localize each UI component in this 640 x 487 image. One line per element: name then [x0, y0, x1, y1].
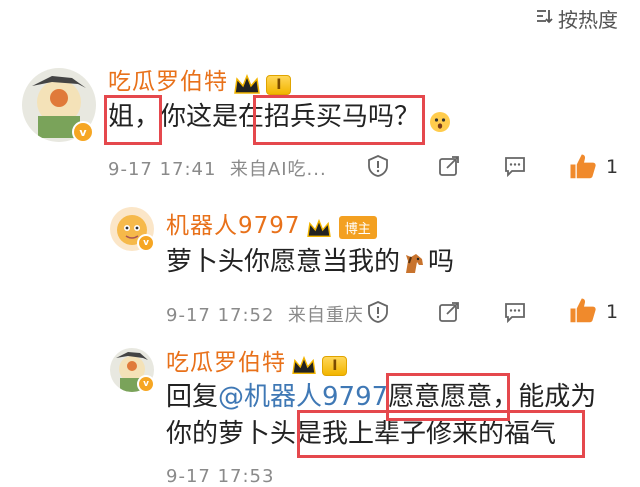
username[interactable]: 吃瓜罗伯特 — [166, 350, 286, 376]
source-label: 来自AI吃... — [229, 159, 327, 180]
text-part: 萝卜头你愿意当我的 — [166, 247, 401, 277]
level-badge: I — [322, 356, 348, 376]
text-part: 姐， — [108, 102, 161, 132]
comment-meta: 9-17 17:53 — [166, 466, 274, 487]
share-icon[interactable] — [437, 300, 461, 324]
comment-icon[interactable] — [503, 300, 527, 324]
text-part: 你这是在 — [160, 102, 265, 132]
verified-badge-icon: v — [137, 375, 155, 393]
share-icon[interactable] — [437, 154, 461, 178]
crown-icon — [306, 218, 332, 240]
username[interactable]: 机器人9797 — [166, 213, 301, 239]
comment-meta: 9-17 17:41 来自AI吃... — [108, 155, 327, 181]
text-part: 愿意愿意 — [388, 382, 493, 412]
report-icon[interactable] — [366, 300, 390, 324]
comment-header: 吃瓜罗伯特 I — [108, 62, 292, 97]
like-icon[interactable] — [568, 296, 598, 326]
verified-badge-icon: v — [72, 121, 94, 143]
verified-badge-icon: v — [137, 234, 155, 252]
crown-icon — [291, 355, 317, 377]
comment-text: 姐，你这是在招兵买马吗？ — [108, 97, 452, 137]
horse-emoji-icon — [400, 249, 428, 277]
sort-label: 按热度 — [558, 8, 618, 32]
like-count: 1 — [606, 156, 619, 178]
text-part: 是我上辈子修来的福气 — [296, 419, 557, 449]
owner-badge: 博主 — [338, 216, 377, 239]
timestamp: 9-17 17:52 — [166, 305, 275, 326]
reply-header: 吃瓜罗伯特 I — [166, 343, 348, 377]
timestamp: 9-17 17:53 — [166, 466, 275, 487]
emoji-icon — [428, 106, 452, 132]
comment-text-line2: 你的萝卜头是我上辈子修来的福气 — [166, 414, 556, 454]
mention-link[interactable]: @机器人9797 — [218, 382, 388, 412]
like-count: 1 — [606, 301, 619, 323]
crown-icon — [233, 73, 261, 97]
report-icon[interactable] — [366, 154, 390, 178]
sort-by-hot-button[interactable]: 按热度 — [534, 4, 618, 33]
reply-header: 机器人9797 博主 — [166, 206, 377, 240]
username[interactable]: 吃瓜罗伯特 — [108, 69, 228, 95]
like-icon[interactable] — [568, 152, 598, 182]
text-part: ，能成为 — [492, 382, 597, 412]
comment-meta: 9-17 17:52 来自重庆 — [166, 301, 364, 327]
comment-icon[interactable] — [503, 154, 527, 178]
comment-text: 萝卜头你愿意当我的 吗 — [166, 242, 454, 282]
reply-prefix: 回复 — [166, 382, 219, 412]
timestamp: 9-17 17:41 — [108, 159, 217, 180]
level-badge: I — [266, 75, 292, 95]
sort-icon — [534, 6, 554, 31]
text-part: 你的萝卜头 — [166, 419, 297, 449]
comment-text: 回复@机器人9797愿意愿意，能成为 — [166, 377, 596, 417]
text-part: 招兵买马吗？ — [264, 102, 421, 132]
source-label: 来自重庆 — [287, 305, 364, 326]
text-part: 吗 — [428, 247, 455, 277]
